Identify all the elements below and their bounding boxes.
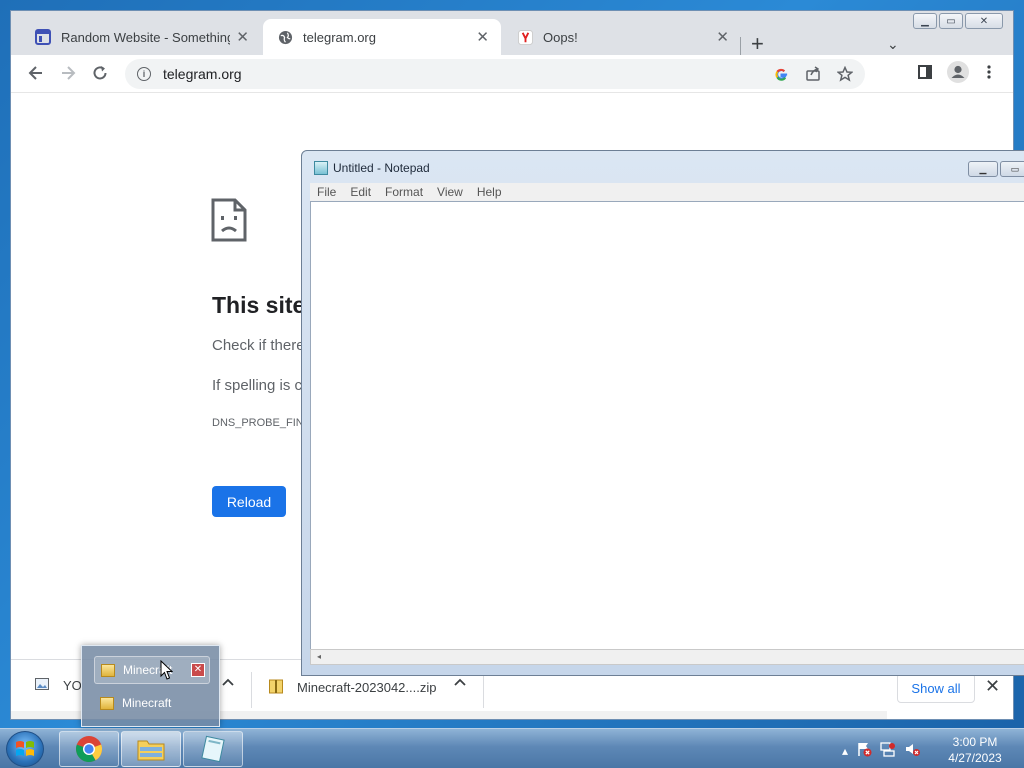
jumplist-item-label: Minecraft xyxy=(122,696,172,710)
notepad-maximize-button[interactable]: ▭ xyxy=(1000,161,1024,177)
tab-close-button[interactable]: ✕ xyxy=(716,28,729,46)
google-icon[interactable] xyxy=(774,67,789,87)
system-tray: ▴ xyxy=(842,741,921,760)
volume-muted-icon[interactable] xyxy=(904,741,921,760)
windows-logo-icon xyxy=(16,741,34,756)
folder-icon xyxy=(101,663,115,677)
info-icon[interactable]: i xyxy=(137,67,151,81)
back-arrow-icon[interactable] xyxy=(27,64,45,85)
notepad-minimize-button[interactable]: ▁ xyxy=(968,161,998,177)
menu-edit[interactable]: Edit xyxy=(343,183,378,201)
taskbar-chrome-button[interactable] xyxy=(59,731,119,767)
clock-time: 3:00 PM xyxy=(952,735,998,749)
download-filename: YO xyxy=(63,678,82,693)
tab-title: Random Website - Something xyxy=(61,29,231,45)
jumplist-item-minecraft[interactable]: Minecraft ✕ xyxy=(94,656,210,684)
clock[interactable]: 3:00 PM 4/27/2023 xyxy=(944,734,1006,766)
tab-separator xyxy=(740,37,741,55)
menu-format[interactable]: Format xyxy=(378,183,430,201)
mouse-cursor-icon xyxy=(160,659,174,685)
notepad-text-area[interactable] xyxy=(310,201,1024,651)
download-options-chevron-icon[interactable] xyxy=(454,678,466,686)
menu-kebab-icon[interactable] xyxy=(985,64,993,80)
yandex-icon xyxy=(517,29,533,45)
reload-icon[interactable] xyxy=(91,64,109,85)
tab-close-button[interactable]: ✕ xyxy=(476,28,489,46)
new-tab-button[interactable]: + xyxy=(751,33,764,55)
share-icon[interactable] xyxy=(805,66,821,87)
download-item[interactable]: Minecraft-2023042....zip xyxy=(269,678,436,697)
notepad-app-icon xyxy=(201,735,225,763)
layout-icon xyxy=(35,29,51,45)
download-separator xyxy=(483,672,484,708)
notepad-title: Untitled - Notepad xyxy=(333,161,430,175)
globe-icon xyxy=(277,29,293,45)
explorer-thumbnail-popup: Minecraft ✕ Minecraft xyxy=(81,645,220,727)
action-center-flag-icon[interactable] xyxy=(856,741,872,760)
notepad-window-controls: ▁ ▭ xyxy=(968,161,1024,177)
close-window-icon[interactable]: ✕ xyxy=(191,663,205,677)
download-filename: Minecraft-2023042....zip xyxy=(297,680,437,695)
jumplist-item-minecraft[interactable]: Minecraft xyxy=(94,689,210,717)
error-suggestion-1: Check if there xyxy=(212,337,305,354)
tab-title: Oops! xyxy=(543,29,578,45)
tab-random-website[interactable]: Random Website - Something ✕ xyxy=(21,19,261,55)
show-hidden-icons-chevron-icon[interactable]: ▴ xyxy=(842,744,848,758)
browser-toolbar: i telegram.org xyxy=(11,55,1013,93)
taskbar-notepad-button[interactable] xyxy=(183,731,243,767)
address-text: telegram.org xyxy=(163,66,242,82)
network-icon[interactable] xyxy=(880,741,896,760)
menu-help[interactable]: Help xyxy=(470,183,509,201)
zip-folder-icon xyxy=(269,678,283,697)
start-button[interactable] xyxy=(6,731,44,767)
folder-icon xyxy=(137,740,165,761)
notepad-horizontal-scrollbar[interactable]: ◂ xyxy=(310,649,1024,665)
profile-avatar-icon[interactable] xyxy=(947,61,969,83)
reload-button[interactable]: Reload xyxy=(212,486,286,517)
notepad-window: Untitled - Notepad ▁ ▭ File Edit Format … xyxy=(301,150,1024,676)
download-separator xyxy=(251,672,252,708)
clock-date: 4/27/2023 xyxy=(948,751,1002,765)
notepad-titlebar[interactable]: Untitled - Notepad xyxy=(314,161,430,175)
tab-title: telegram.org xyxy=(303,29,376,45)
download-item[interactable]: YO xyxy=(35,678,82,693)
menu-view[interactable]: View xyxy=(430,183,470,201)
address-bar[interactable]: i telegram.org xyxy=(125,59,865,89)
error-title: This site xyxy=(212,292,306,318)
image-file-icon xyxy=(35,678,49,693)
menu-file[interactable]: File xyxy=(310,183,343,201)
close-downloads-icon[interactable]: ✕ xyxy=(985,676,1000,697)
tab-strip: Random Website - Something ✕ telegram.or… xyxy=(11,19,1013,55)
taskbar: ▴ 3:00 PM 4/27/2023 xyxy=(0,728,1024,768)
tab-telegram[interactable]: telegram.org ✕ xyxy=(263,19,501,55)
tab-close-button[interactable]: ✕ xyxy=(236,28,249,46)
forward-arrow-icon[interactable] xyxy=(59,64,77,85)
sad-document-icon xyxy=(211,198,247,247)
side-panel-icon[interactable] xyxy=(917,64,933,80)
error-suggestion-2: If spelling is c xyxy=(212,377,303,394)
bookmark-star-icon[interactable] xyxy=(836,65,854,87)
chrome-icon xyxy=(76,736,103,763)
omnibox-actions xyxy=(774,65,854,87)
taskbar-explorer-button[interactable] xyxy=(121,731,181,767)
folder-icon xyxy=(100,696,114,710)
notepad-menubar: File Edit Format View Help xyxy=(310,183,1024,201)
download-options-chevron-icon[interactable] xyxy=(222,678,234,686)
show-all-button[interactable]: Show all xyxy=(897,673,975,703)
notepad-icon xyxy=(314,161,328,175)
tab-oops[interactable]: Oops! ✕ xyxy=(503,19,741,55)
tab-search-chevron-icon[interactable]: ⌄ xyxy=(887,36,899,53)
error-code: DNS_PROBE_FINI xyxy=(212,417,307,429)
